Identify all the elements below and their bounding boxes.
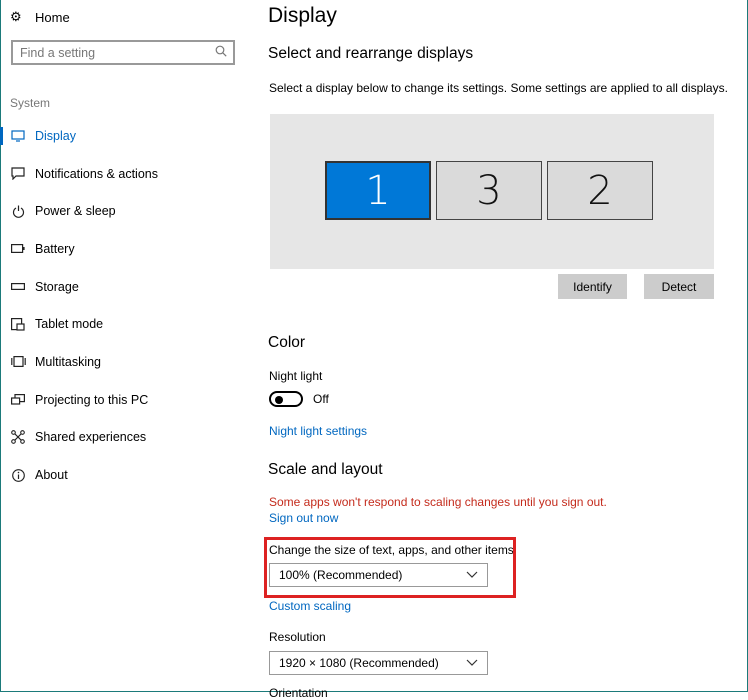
multitasking-icon bbox=[10, 356, 26, 368]
sign-out-link[interactable]: Sign out now bbox=[269, 511, 338, 525]
color-heading: Color bbox=[268, 334, 306, 351]
orientation-label: Orientation bbox=[269, 686, 328, 700]
highlight-annotation-box bbox=[264, 537, 516, 598]
sidebar-item-about[interactable]: About bbox=[0, 456, 248, 494]
sidebar-item-display[interactable]: Display bbox=[0, 117, 248, 155]
monitor-icon bbox=[10, 130, 26, 142]
resolution-label: Resolution bbox=[269, 630, 326, 644]
gear-icon: ⚙ bbox=[10, 9, 22, 24]
detect-button[interactable]: Detect bbox=[644, 274, 714, 299]
section-label-system: System bbox=[10, 96, 51, 110]
search-input[interactable] bbox=[20, 45, 210, 60]
home-link[interactable]: ⚙ Home bbox=[10, 8, 70, 26]
notification-icon bbox=[10, 167, 26, 181]
home-label: Home bbox=[35, 9, 70, 25]
sidebar-item-label: Notifications & actions bbox=[35, 166, 158, 181]
sidebar-item-battery[interactable]: Battery bbox=[0, 230, 248, 268]
monitor-3[interactable]: 3 bbox=[436, 161, 542, 220]
sidebar-item-label: Storage bbox=[35, 279, 79, 294]
sidebar-item-label: Battery bbox=[35, 241, 75, 256]
power-icon bbox=[10, 205, 26, 218]
toggle-knob bbox=[275, 396, 283, 404]
sidebar-item-label: Shared experiences bbox=[35, 430, 147, 445]
custom-scaling-link[interactable]: Custom scaling bbox=[269, 599, 351, 613]
resolution-dropdown[interactable]: 1920 × 1080 (Recommended) bbox=[269, 651, 488, 675]
page-title: Display bbox=[268, 4, 337, 27]
sidebar-item-label: Multitasking bbox=[35, 354, 101, 369]
sidebar-item-storage[interactable]: Storage bbox=[0, 268, 248, 306]
chevron-down-icon bbox=[465, 655, 479, 669]
night-light-settings-link[interactable]: Night light settings bbox=[269, 424, 367, 438]
storage-icon bbox=[10, 283, 26, 291]
sidebar-item-multitasking[interactable]: Multitasking bbox=[0, 343, 248, 381]
info-icon bbox=[10, 468, 26, 482]
search-box[interactable] bbox=[11, 40, 235, 65]
monitor-1[interactable]: 1 bbox=[325, 161, 431, 220]
sidebar-item-projecting[interactable]: Projecting to this PC bbox=[0, 381, 248, 419]
sidebar: ⚙ Home System Display Notifications & ac… bbox=[0, 0, 248, 693]
sidebar-item-label: Projecting to this PC bbox=[35, 392, 149, 407]
arrange-description: Select a display below to change its set… bbox=[269, 81, 728, 95]
projecting-icon bbox=[10, 393, 26, 406]
resolution-dropdown-value: 1920 × 1080 (Recommended) bbox=[279, 656, 439, 670]
display-arrangement-area[interactable]: 1 3 2 bbox=[270, 114, 714, 269]
night-light-label: Night light bbox=[269, 369, 323, 383]
scale-heading: Scale and layout bbox=[268, 461, 383, 478]
sidebar-item-label: Display bbox=[35, 128, 76, 143]
arrange-heading: Select and rearrange displays bbox=[268, 45, 474, 62]
scaling-warning: Some apps won't respond to scaling chang… bbox=[269, 495, 607, 509]
sidebar-item-power-sleep[interactable]: Power & sleep bbox=[0, 192, 248, 230]
monitor-2[interactable]: 2 bbox=[547, 161, 653, 220]
shared-experiences-icon bbox=[10, 430, 26, 445]
night-light-state: Off bbox=[313, 392, 329, 406]
identify-button[interactable]: Identify bbox=[558, 274, 627, 299]
search-icon[interactable] bbox=[215, 45, 227, 60]
sidebar-nav: Display Notifications & actions Power & … bbox=[0, 117, 248, 494]
night-light-toggle[interactable] bbox=[269, 391, 303, 407]
sidebar-item-label: Tablet mode bbox=[35, 317, 104, 332]
sidebar-item-notifications[interactable]: Notifications & actions bbox=[0, 155, 248, 193]
battery-icon bbox=[10, 244, 26, 254]
sidebar-item-label: About bbox=[35, 468, 68, 483]
tablet-mode-icon bbox=[10, 317, 26, 331]
sidebar-item-shared-experiences[interactable]: Shared experiences bbox=[0, 419, 248, 457]
sidebar-item-label: Power & sleep bbox=[35, 204, 116, 219]
sidebar-item-tablet-mode[interactable]: Tablet mode bbox=[0, 305, 248, 343]
